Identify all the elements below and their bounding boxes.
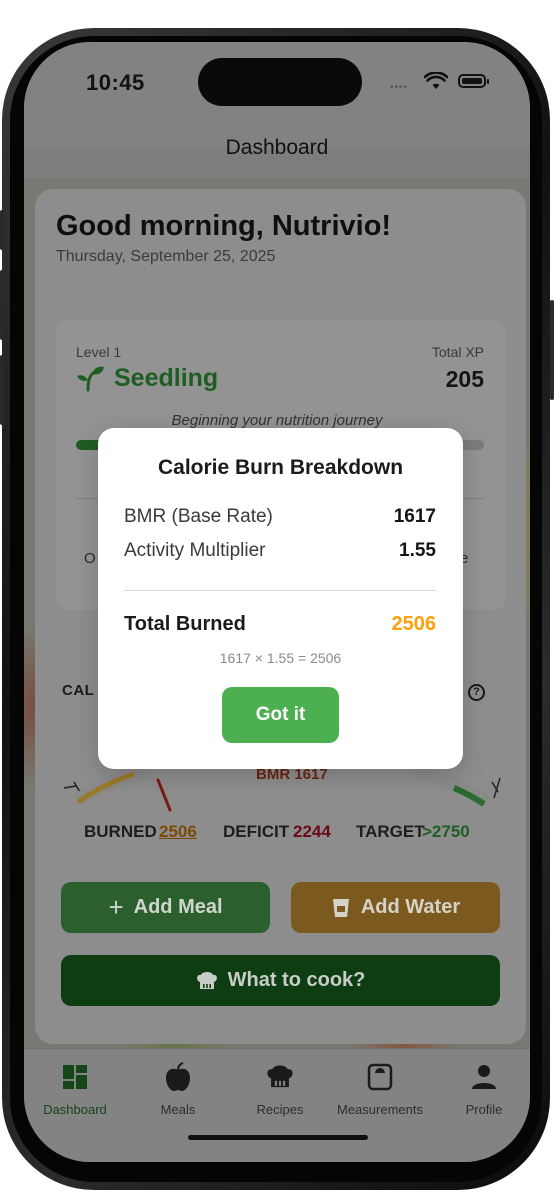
total-xp-value: 205 [445, 366, 484, 392]
total-label: Total Burned [124, 613, 246, 635]
tab-profile[interactable]: Profile [434, 1060, 530, 1117]
level-label: Level 1 [76, 344, 122, 360]
tab-recipes[interactable]: Recipes [230, 1060, 330, 1117]
level-stat-left-partial: O [84, 550, 96, 567]
dynamic-island [198, 58, 362, 106]
dialog-divider [124, 590, 436, 591]
add-meal-button[interactable]: + Add Meal [61, 882, 270, 933]
level-subtitle: Beginning your nutrition journey [171, 412, 383, 429]
dashboard-icon [63, 1065, 87, 1089]
total-xp-label: Total XP [431, 344, 484, 360]
phone-volume-down [0, 355, 4, 425]
battery-icon [458, 74, 489, 88]
activity-label: Activity Multiplier [124, 540, 266, 561]
target-value: >2750 [422, 822, 470, 841]
greeting-title: Good morning, Nutrivio! [56, 210, 392, 242]
what-to-cook-label: What to cook? [227, 969, 366, 991]
activity-row: Activity Multiplier 1.55 [124, 540, 436, 562]
chef-hat-icon [196, 971, 217, 989]
tab-meals[interactable]: Meals [128, 1060, 228, 1117]
formula-text: 1617 × 1.55 = 2506 [219, 650, 342, 666]
water-glass-icon [332, 898, 349, 917]
tab-profile-label: Profile [465, 1102, 503, 1117]
add-water-button[interactable]: Add Water [291, 882, 500, 933]
greeting-date: Thursday, September 25, 2025 [56, 248, 276, 265]
phone-volume-up [0, 270, 4, 340]
tab-measurements[interactable]: Measurements [330, 1060, 430, 1117]
dialog-title: Calorie Burn Breakdown [157, 456, 404, 479]
add-meal-label: Add Meal [133, 896, 223, 918]
got-it-button[interactable]: Got it [222, 687, 339, 743]
tab-meals-label: Meals [160, 1102, 196, 1117]
target-label: TARGET [356, 822, 425, 841]
phone-power-button [550, 300, 554, 400]
deficit-label: DEFICIT [223, 822, 290, 841]
activity-value: 1.55 [399, 540, 436, 561]
deficit-value: 2244 [293, 822, 331, 841]
seedling-icon [77, 366, 104, 392]
screen: 10:45 •••• Dashboard Good morning, Nutri… [24, 42, 530, 1162]
cellular-signal-icon: •••• [390, 82, 409, 93]
tab-recipes-label: Recipes [256, 1102, 304, 1117]
total-row: Total Burned 2506 [124, 613, 436, 636]
page-title: Dashboard [225, 136, 329, 159]
help-icon[interactable]: ? [468, 684, 485, 701]
total-value: 2506 [391, 613, 437, 635]
chef-hat-icon [267, 1065, 293, 1088]
calories-section-label: CAL [62, 682, 95, 699]
phone-side-button [0, 210, 4, 250]
home-indicator[interactable] [188, 1135, 368, 1140]
tab-dashboard-label: Dashboard [43, 1102, 107, 1117]
bmr-label: BMR (Base Rate) [124, 506, 273, 527]
apple-icon [166, 1062, 190, 1091]
bmr-row: BMR (Base Rate) 1617 [124, 506, 436, 528]
person-icon [472, 1065, 496, 1089]
bmr-value: 1617 [393, 506, 436, 527]
plus-icon: + [108, 892, 124, 922]
add-water-label: Add Water [360, 896, 461, 918]
what-to-cook-button[interactable]: What to cook? [61, 955, 500, 1006]
scale-icon [367, 1063, 393, 1091]
wifi-icon [424, 72, 448, 89]
tab-measurements-label: Measurements [337, 1102, 423, 1117]
status-time: 10:45 [86, 70, 145, 95]
calorie-breakdown-dialog: Calorie Burn Breakdown BMR (Base Rate) 1… [98, 428, 463, 769]
level-name: Seedling [114, 364, 219, 392]
burned-value[interactable]: 2506 [159, 822, 197, 842]
burned-label: BURNED [84, 822, 157, 841]
tab-dashboard[interactable]: Dashboard [25, 1060, 125, 1117]
